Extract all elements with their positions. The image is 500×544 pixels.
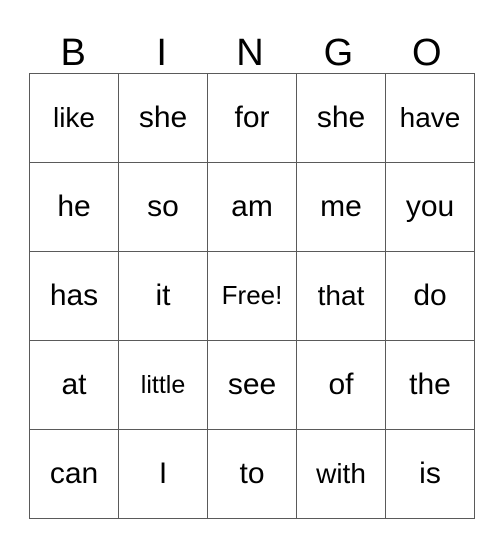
bingo-cell[interactable]: see bbox=[207, 340, 297, 430]
bingo-cell[interactable]: has bbox=[29, 251, 119, 341]
bingo-cell-word: she bbox=[316, 101, 366, 135]
bingo-header-letter: O bbox=[412, 32, 442, 74]
bingo-cell[interactable]: have bbox=[385, 73, 475, 163]
bingo-cell[interactable]: like bbox=[29, 73, 119, 163]
bingo-header-letter: I bbox=[156, 32, 167, 74]
bingo-cell[interactable]: do bbox=[385, 251, 475, 341]
bingo-cell[interactable]: he bbox=[29, 162, 119, 252]
bingo-cell-word: he bbox=[57, 190, 91, 224]
bingo-row: he so am me you bbox=[29, 162, 475, 252]
bingo-cell[interactable]: you bbox=[385, 162, 475, 252]
bingo-row: has it Free! that do bbox=[29, 251, 475, 341]
bingo-row: like she for she have bbox=[29, 73, 475, 163]
bingo-header-cell-g: G bbox=[294, 20, 382, 73]
bingo-cell-word: with bbox=[316, 458, 366, 490]
bingo-cell[interactable]: with bbox=[296, 429, 386, 519]
bingo-cell-word: is bbox=[419, 457, 441, 491]
bingo-cell-word: see bbox=[227, 368, 277, 402]
bingo-header-letter: G bbox=[323, 32, 354, 74]
bingo-cell-word: has bbox=[49, 279, 99, 313]
bingo-cell[interactable]: she bbox=[118, 73, 208, 163]
bingo-cell-word: at bbox=[61, 368, 87, 402]
bingo-header-letter: B bbox=[60, 32, 86, 74]
bingo-cell-word: I bbox=[158, 457, 168, 491]
bingo-cell-word: have bbox=[399, 102, 461, 134]
bingo-cell[interactable]: at bbox=[29, 340, 119, 430]
bingo-cell[interactable]: me bbox=[296, 162, 386, 252]
bingo-cell[interactable]: she bbox=[296, 73, 386, 163]
bingo-cell[interactable]: the bbox=[385, 340, 475, 430]
bingo-cell-word: me bbox=[320, 190, 362, 224]
bingo-header-cell-b: B bbox=[29, 20, 117, 73]
bingo-cell[interactable]: can bbox=[29, 429, 119, 519]
bingo-cell-word: like bbox=[52, 102, 95, 134]
bingo-cell[interactable]: little bbox=[118, 340, 208, 430]
bingo-cell[interactable]: am bbox=[207, 162, 297, 252]
bingo-cell-word: am bbox=[231, 190, 273, 224]
bingo-header-letter: N bbox=[236, 32, 264, 74]
bingo-header-cell-o: O bbox=[383, 20, 471, 73]
bingo-cell-free[interactable]: Free! bbox=[207, 251, 297, 341]
bingo-cell[interactable]: for bbox=[207, 73, 297, 163]
bingo-cell[interactable]: is bbox=[385, 429, 475, 519]
bingo-cell[interactable]: to bbox=[207, 429, 297, 519]
bingo-header-cell-n: N bbox=[206, 20, 294, 73]
bingo-free-space-label: Free! bbox=[221, 280, 283, 311]
bingo-cell[interactable]: of bbox=[296, 340, 386, 430]
bingo-row: can I to with is bbox=[29, 429, 475, 519]
bingo-cell-word: it bbox=[155, 279, 171, 313]
bingo-card: B I N G O like she for she have he so am… bbox=[29, 20, 475, 519]
bingo-cell-word: you bbox=[405, 190, 455, 224]
bingo-cell[interactable]: I bbox=[118, 429, 208, 519]
bingo-cell-word: do bbox=[413, 279, 447, 313]
bingo-cell[interactable]: so bbox=[118, 162, 208, 252]
bingo-cell[interactable]: it bbox=[118, 251, 208, 341]
bingo-row: at little see of the bbox=[29, 340, 475, 430]
bingo-grid: like she for she have he so am me you ha… bbox=[29, 73, 475, 519]
bingo-cell-word: she bbox=[138, 101, 188, 135]
bingo-header-row: B I N G O bbox=[29, 20, 471, 73]
bingo-cell-word: so bbox=[147, 190, 179, 224]
bingo-cell-word: to bbox=[239, 457, 265, 491]
bingo-cell[interactable]: that bbox=[296, 251, 386, 341]
bingo-cell-word: that bbox=[317, 280, 365, 312]
bingo-cell-word: can bbox=[49, 457, 99, 491]
bingo-cell-word: little bbox=[140, 370, 186, 399]
bingo-cell-word: of bbox=[328, 368, 354, 402]
bingo-header-cell-i: I bbox=[117, 20, 205, 73]
bingo-cell-word: the bbox=[409, 368, 451, 402]
bingo-cell-word: for bbox=[234, 101, 270, 135]
